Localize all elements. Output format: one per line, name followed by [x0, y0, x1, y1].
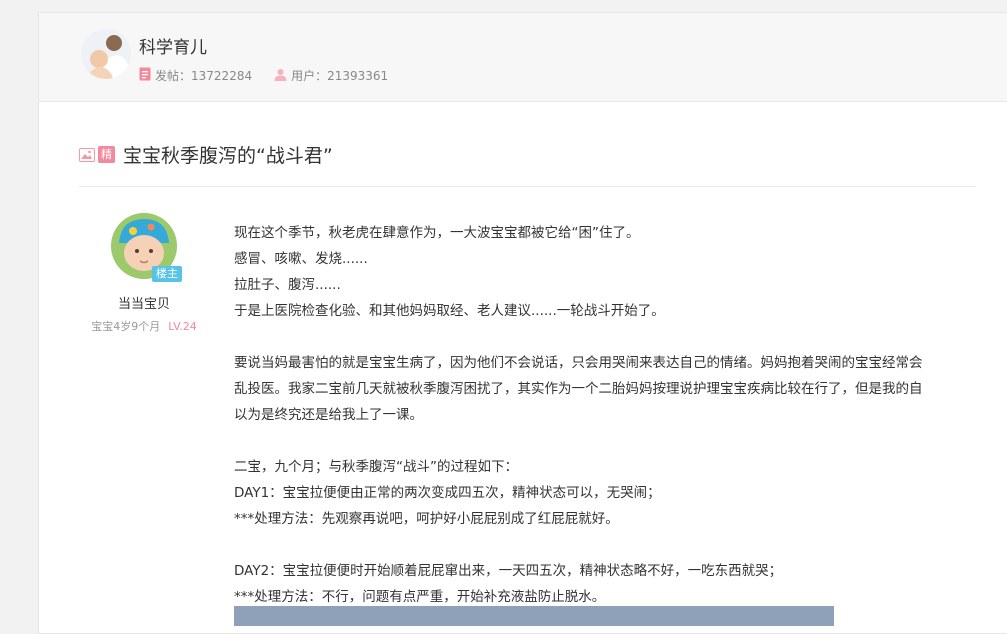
forum-avatar[interactable] — [81, 29, 131, 79]
content-line: 二宝，九个月；与秋季腹泻“战斗”的过程如下： — [234, 459, 518, 475]
author-name[interactable]: 当当宝贝 — [79, 293, 209, 312]
user-icon — [274, 68, 287, 84]
users-label: 用户： — [291, 69, 328, 83]
featured-badge: 精 — [98, 146, 115, 163]
posts-stat: 发帖： 13722284 — [139, 67, 252, 84]
content-line: ***处理方法：先观察再说吧，呵护好小屁屁别成了红屁屁就好。 — [234, 511, 619, 527]
users-count: 21393361 — [327, 68, 389, 83]
content-line: DAY2：宝宝拉便便时开始顺着屁屁窜出来，一天四五次，精神状态略不好，一吃东西就… — [234, 563, 783, 579]
content-line: 感冒、咳嗽、发烧...... — [234, 251, 368, 267]
document-icon — [139, 67, 151, 84]
forum-stats: 发帖： 13722284 用户： 21393361 — [139, 67, 410, 84]
forum-header: 科学育儿 发帖： 13722284 用户： 21393361 — [39, 13, 1007, 102]
post-title-row: 精 宝宝秋季腹泻的“战斗君” — [79, 141, 333, 168]
post-image[interactable] — [234, 606, 834, 626]
content-line: 拉肚子、腹泻...... — [234, 277, 341, 293]
content-line: DAY1：宝宝拉便便由正常的两次变成四五次，精神状态可以，无哭闹； — [234, 485, 661, 501]
posts-label: 发帖： — [155, 69, 192, 83]
user-level: LV.24 — [168, 320, 197, 333]
posts-count: 13722284 — [191, 68, 253, 83]
baby-age: 宝宝4岁9个月 — [91, 320, 161, 333]
op-badge: 楼主 — [152, 266, 182, 282]
title-divider — [79, 186, 976, 187]
content-line: 现在这个季节，秋老虎在肆意作为，一大波宝宝都被它给“困”住了。 — [234, 225, 640, 241]
content-paragraph: 要说当妈最害怕的就是宝宝生病了，因为他们不会说话，只会用哭闹来表达自己的情绪。妈… — [234, 355, 923, 423]
post-content: 现在这个季节，秋老虎在肆意作为，一大波宝宝都被它给“困”住了。 感冒、咳嗽、发烧… — [234, 220, 934, 610]
image-icon — [79, 147, 95, 162]
forum-name[interactable]: 科学育儿 — [139, 33, 207, 58]
content-line: 于是上医院检查化验、和其他妈妈取经、老人建议......一轮战斗开始了。 — [234, 303, 665, 319]
author-meta: 宝宝4岁9个月 LV.24 — [79, 318, 209, 334]
post-title: 宝宝秋季腹泻的“战斗君” — [123, 145, 333, 167]
users-stat: 用户： 21393361 — [274, 67, 388, 84]
author-panel: 楼主 当当宝贝 宝宝4岁9个月 LV.24 — [79, 213, 209, 334]
post-card: 科学育儿 发帖： 13722284 用户： 21393361 精 宝宝秋季腹泻的 — [38, 12, 1007, 634]
